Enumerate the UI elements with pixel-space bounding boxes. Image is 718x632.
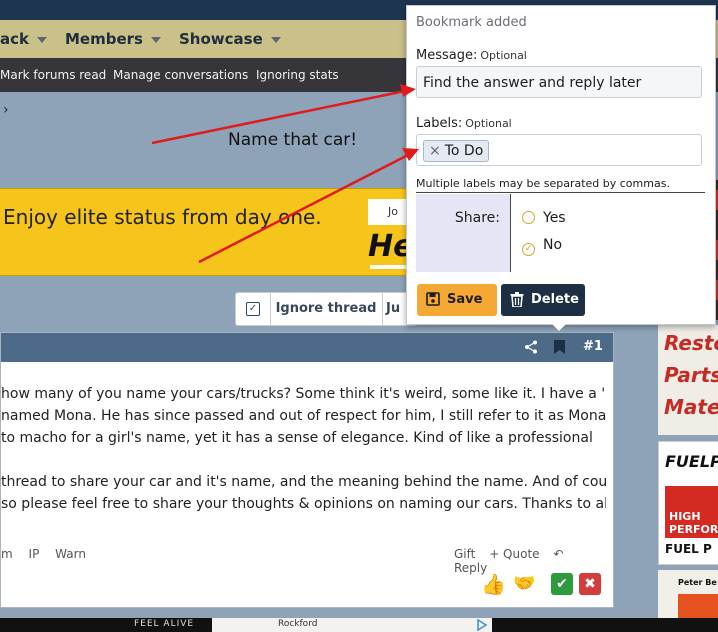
save-button[interactable]: Save <box>417 284 497 316</box>
nav-item-partial-label: ack <box>0 30 29 48</box>
tag-remove-icon[interactable]: × <box>429 143 441 159</box>
share-no-radio[interactable]: ✓ No <box>522 237 562 256</box>
optional-hint: Optional <box>480 49 527 62</box>
message-label: Message: Optional <box>416 48 527 63</box>
chevron-down-icon <box>37 36 47 43</box>
bottom-map-ad[interactable] <box>212 618 492 632</box>
share-label-cell: Share: <box>416 194 511 272</box>
ignoring-stats-link[interactable]: Ignoring stats <box>256 68 339 82</box>
bookmark-icon[interactable] <box>554 340 565 354</box>
message-label-text: Message: <box>416 48 478 63</box>
optional-hint: Optional <box>465 117 512 130</box>
check-icon[interactable]: ✔ <box>551 573 573 595</box>
post-line: named Mona. He has since passed and out … <box>1 408 606 424</box>
gift-link[interactable]: Gift <box>454 547 475 561</box>
trash-icon <box>510 292 524 307</box>
ignore-thread-button[interactable]: Ignore thread <box>270 293 383 325</box>
side-ad-resto-text: Resto Parts Mate <box>664 327 718 423</box>
label-tag-text: To Do <box>444 143 484 159</box>
post-line-gap <box>1 449 606 471</box>
handshake-icon[interactable]: 🤝 <box>513 573 535 595</box>
post-line: to macho for a girl's name, yet it has a… <box>1 430 593 446</box>
side-ad-line: FUEL P <box>665 542 712 556</box>
banner-logo-underline <box>370 265 410 269</box>
side-ad-line: Parts <box>664 363 718 387</box>
manage-conversations-link[interactable]: Manage conversations <box>113 68 248 82</box>
radio-checked-icon: ✓ <box>522 243 535 256</box>
post-line: so please feel free to share your though… <box>1 496 606 512</box>
bottom-map-label: Rockford <box>278 619 318 629</box>
breadcrumb-arrow[interactable]: › <box>3 102 9 118</box>
chevron-down-icon <box>150 36 161 43</box>
thumbs-up-icon[interactable]: 👍 <box>481 573 506 595</box>
labels-hint: Multiple labels may be separated by comm… <box>416 177 705 193</box>
post-actions-right: Gift + Quote ↶ Reply <box>454 547 613 575</box>
nav-item-members-label: Members <box>65 30 143 48</box>
checkbox-icon: ✓ <box>246 302 260 316</box>
share-row: Share: Yes ✓ No <box>416 194 705 272</box>
side-ad-line: Peter Be <box>678 578 717 587</box>
side-ad-fuel-red: HIGH PERFORM <box>665 486 718 538</box>
post-number[interactable]: #1 <box>583 339 603 354</box>
page-title: Name that car! <box>228 130 358 150</box>
jump-button[interactable]: Ju <box>386 293 400 325</box>
quote-link[interactable]: + Quote <box>489 547 539 561</box>
share-yes-radio[interactable]: Yes <box>522 210 566 226</box>
reply-icon: ↶ <box>553 547 564 561</box>
nav-item-showcase-label: Showcase <box>179 30 263 48</box>
radio-unchecked-icon <box>522 211 535 224</box>
label-tag[interactable]: × To Do <box>423 140 490 162</box>
post: #1 how many of you name your cars/trucks… <box>0 332 614 608</box>
share-yes-label: Yes <box>543 210 566 226</box>
side-ad-resto[interactable]: Resto Parts Mate <box>658 325 718 435</box>
side-ad-fuel-title: FUELPU <box>665 452 718 471</box>
save-icon <box>426 292 440 306</box>
side-ad-line: PERFORM <box>669 523 718 536</box>
side-ad-line: HIGH <box>669 510 701 523</box>
ad-choices-icon[interactable] <box>476 619 488 631</box>
side-ad-fuelpump[interactable]: FUELPU HIGH PERFORM FUEL P <box>658 441 718 565</box>
message-input[interactable]: Find the answer and reply later <box>416 66 702 98</box>
delete-button[interactable]: Delete <box>501 284 585 316</box>
watch-thread-button[interactable]: ✓ <box>236 293 271 325</box>
nav-item-showcase[interactable]: Showcase <box>179 30 281 48</box>
bookmark-popup: Bookmark added Message: Optional Find the… <box>406 5 716 331</box>
labels-label: Labels: Optional <box>416 116 512 131</box>
labels-label-text: Labels: <box>416 116 463 131</box>
save-button-label: Save <box>447 292 483 307</box>
side-ad-line: Mate <box>664 395 718 419</box>
nav-item-partial[interactable]: ack <box>0 30 47 48</box>
share-no-label: No <box>543 237 563 253</box>
chevron-down-icon <box>270 36 281 43</box>
popup-tail <box>551 323 567 331</box>
share-label: Share: <box>454 210 500 226</box>
post-action-partial[interactable]: m <box>1 547 13 561</box>
popup-title: Bookmark added <box>416 15 527 30</box>
mark-forums-read-link[interactable]: Mark forums read <box>0 68 106 82</box>
warn-link[interactable]: Warn <box>55 547 86 561</box>
side-ad-fuel-text: HIGH PERFORM <box>669 510 718 536</box>
post-body: how many of you name your cars/trucks? S… <box>1 383 606 515</box>
close-icon[interactable]: ✖ <box>579 573 601 595</box>
bottom-ad-text: FEEL ALIVE <box>134 619 195 629</box>
post-actions-left: m IP Warn <box>1 547 98 561</box>
post-header: #1 <box>1 333 613 362</box>
ip-link[interactable]: IP <box>29 547 40 561</box>
post-line: how many of you name your cars/trucks? S… <box>1 386 606 402</box>
thread-toolbar: ✓ Ignore thread Ju <box>235 292 417 326</box>
delete-button-label: Delete <box>531 292 579 307</box>
side-ad-line: Resto <box>664 331 718 355</box>
banner-text: Enjoy elite status from day one. <box>3 205 322 229</box>
post-line: thread to share your car and it's name, … <box>1 474 606 490</box>
nav-item-members[interactable]: Members <box>65 30 161 48</box>
share-icon[interactable] <box>524 340 538 354</box>
